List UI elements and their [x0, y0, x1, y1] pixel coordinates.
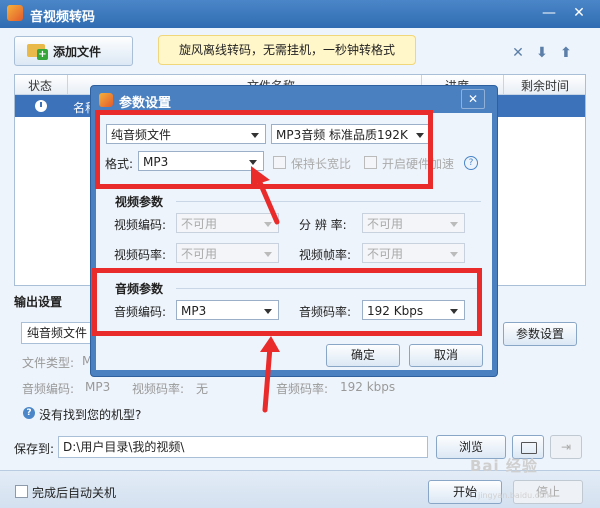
annotation-arrow-up-left — [251, 166, 280, 225]
annotation-arrows — [251, 166, 280, 413]
annotation-arrow-up — [260, 336, 280, 413]
transcoder-window: 音视频转码 — ✕ + 添加文件 旋风离线转码，无需挂机，一秒钟转格式 ✕ ⬇ … — [0, 0, 600, 508]
